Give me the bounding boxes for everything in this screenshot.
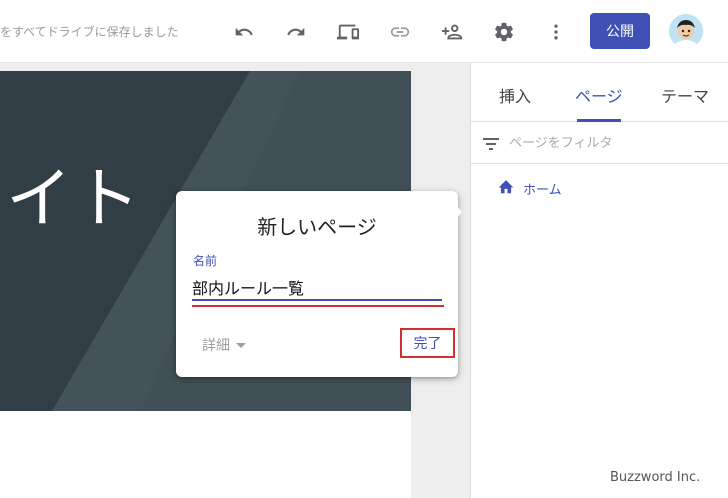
name-field-label: 名前 (193, 254, 218, 268)
gear-icon[interactable] (492, 20, 516, 44)
details-toggle[interactable]: 詳細 (202, 335, 246, 355)
publish-button[interactable]: 公開 (590, 13, 650, 49)
top-toolbar: をすべてドライブに保存しました 公開 (0, 0, 728, 63)
home-icon (497, 178, 515, 198)
watermark-text: Buzzword Inc. (610, 470, 701, 485)
avatar[interactable] (669, 14, 703, 48)
page-list-item-home[interactable]: ホーム (497, 177, 562, 199)
page-name-input[interactable] (192, 275, 442, 301)
tab-insert[interactable]: 挿入 (499, 83, 531, 107)
tab-themes[interactable]: テーマ (661, 83, 709, 107)
annotation-underline (192, 305, 444, 307)
new-page-dialog: 新しいページ 名前 詳細 完了 (176, 191, 462, 377)
panel-tabs: 挿入 ページ テーマ (471, 63, 728, 122)
link-icon[interactable] (388, 20, 412, 44)
redo-icon[interactable] (284, 20, 308, 44)
chevron-down-icon (236, 342, 246, 348)
details-label: 詳細 (202, 338, 230, 354)
device-preview-icon[interactable] (336, 20, 360, 44)
banner-title-text: イト (6, 160, 142, 237)
filter-icon (483, 136, 499, 155)
page-filter-input[interactable] (509, 131, 719, 155)
save-status-text: をすべてドライブに保存しました (0, 25, 179, 39)
page-filter-row (471, 122, 728, 164)
undo-icon[interactable] (232, 20, 256, 44)
done-button[interactable]: 完了 (400, 328, 455, 358)
right-side-panel: 挿入 ページ テーマ ホーム (470, 63, 728, 498)
page-list-item-label: ホーム (523, 182, 562, 198)
more-vert-icon[interactable] (544, 20, 568, 44)
tab-pages[interactable]: ページ (575, 83, 623, 107)
dialog-title: 新しいページ (257, 215, 377, 239)
sites-editor: をすべてドライブに保存しました 公開 イト 挿入 ページ テーマ ページをフィル… (0, 0, 728, 498)
add-person-icon[interactable] (440, 20, 464, 44)
